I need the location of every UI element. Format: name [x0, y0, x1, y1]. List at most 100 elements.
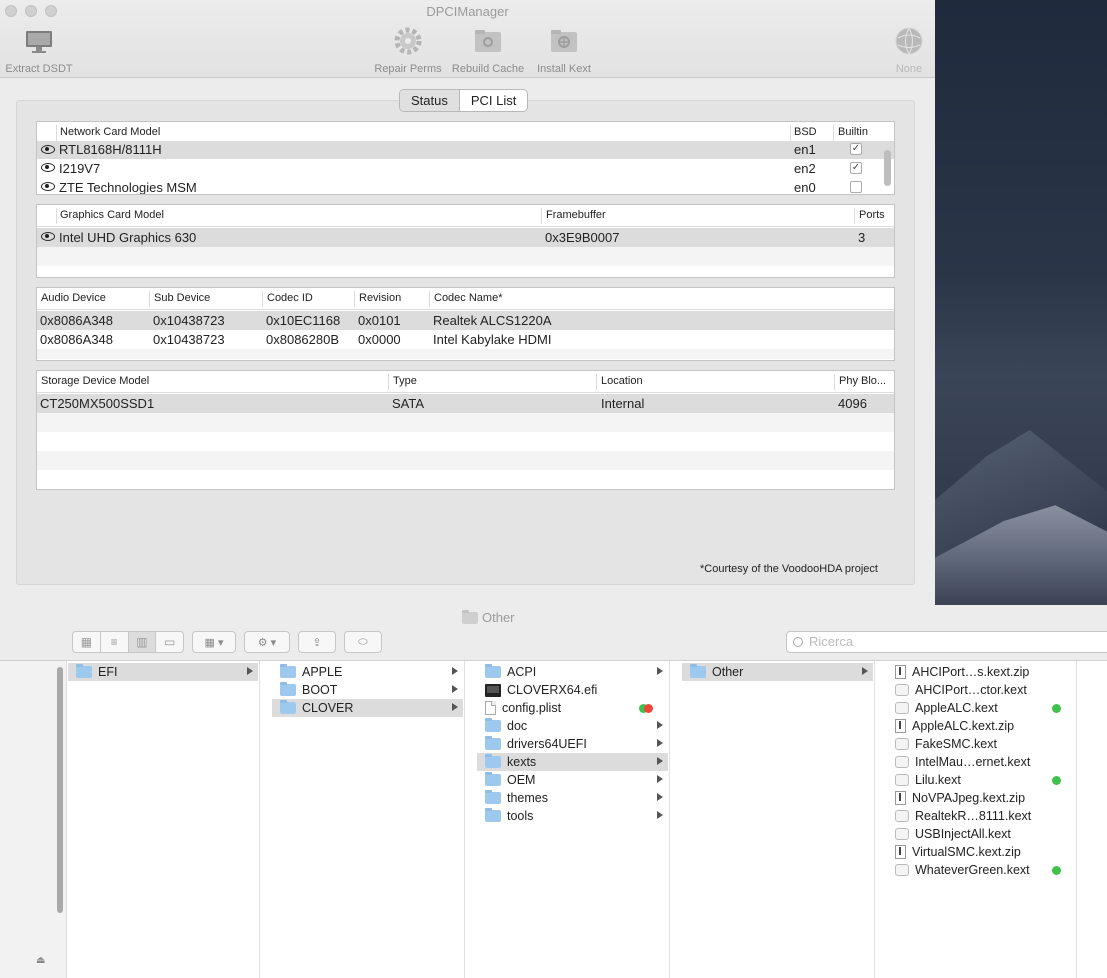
none-button[interactable]: None: [888, 26, 930, 75]
column-header-builtin[interactable]: Builtin: [838, 126, 868, 138]
file-item[interactable]: AppleALC.kext: [887, 699, 1075, 717]
file-item[interactable]: AHCIPort…s.kext.zip: [887, 663, 1075, 681]
file-item[interactable]: RealtekR…8111.kext: [887, 807, 1075, 825]
file-item[interactable]: AHCIPort…ctor.kext: [887, 681, 1075, 699]
kext-icon: [895, 738, 909, 750]
column-header-network-card-model[interactable]: Network Card Model: [60, 126, 160, 138]
eye-icon[interactable]: [41, 163, 55, 172]
column-header-framebuffer[interactable]: Framebuffer: [546, 209, 606, 221]
repair-perms-button[interactable]: Repair Perms: [370, 26, 446, 75]
column-header-graphics-card-model[interactable]: Graphics Card Model: [60, 209, 164, 221]
network-model: ZTE Technologies MSM: [59, 180, 197, 195]
desktop-wallpaper: [935, 0, 1107, 605]
graphics-ports: 3: [858, 230, 866, 245]
file-item[interactable]: VirtualSMC.kext.zip: [887, 843, 1075, 861]
column-header-codec-name[interactable]: Codec Name*: [434, 292, 502, 304]
folder-icon: [280, 700, 296, 714]
file-item[interactable]: kexts: [477, 753, 668, 771]
column-header-ports[interactable]: Ports: [859, 209, 885, 221]
file-item[interactable]: Lilu.kext: [887, 771, 1075, 789]
file-item[interactable]: EFI: [68, 663, 258, 681]
action-button[interactable]: ⚙ ▾: [244, 631, 290, 653]
file-name: AppleALC.kext.zip: [912, 719, 1015, 733]
folder-icon: [485, 772, 501, 786]
eye-icon[interactable]: [41, 145, 55, 154]
file-item[interactable]: CLOVER: [272, 699, 463, 717]
share-button[interactable]: ⇪: [298, 631, 336, 653]
file-item[interactable]: tools: [477, 807, 668, 825]
table-row[interactable]: ZTE Technologies MSM en0: [37, 178, 894, 195]
audio-codec-name: Intel Kabylake HDMI: [433, 332, 552, 347]
file-item[interactable]: OEM: [477, 771, 668, 789]
file-item[interactable]: ACPI: [477, 663, 668, 681]
column-header-audio-device[interactable]: Audio Device: [41, 292, 106, 304]
audio-device: 0x8086A348: [40, 332, 114, 347]
extract-dsdt-button[interactable]: Extract DSDT: [3, 26, 75, 75]
file-item[interactable]: NoVPAJpeg.kext.zip: [887, 789, 1075, 807]
builtin-checkbox[interactable]: ✓: [850, 143, 862, 155]
file-item[interactable]: APPLE: [272, 663, 463, 681]
chevron-right-icon: [452, 667, 458, 675]
green-tag-icon: [1052, 704, 1061, 713]
table-row[interactable]: 0x8086A348 0x10438723 0x8086280B 0x0000 …: [37, 330, 894, 349]
file-name: AHCIPort…s.kext.zip: [912, 665, 1030, 679]
network-model: I219V7: [59, 161, 101, 176]
tab-status[interactable]: Status: [400, 90, 460, 111]
group-by-button[interactable]: ▦ ▾: [192, 631, 236, 653]
table-row[interactable]: Intel UHD Graphics 630 0x3E9B0007 3: [37, 228, 894, 247]
search-field[interactable]: Ricerca: [786, 631, 1107, 653]
file-name: Other: [712, 665, 744, 679]
file-name: BOOT: [302, 683, 338, 697]
file-item[interactable]: drivers64UEFI: [477, 735, 668, 753]
file-item[interactable]: doc: [477, 717, 668, 735]
file-name: WhateverGreen.kext: [915, 863, 1030, 877]
column-header-type[interactable]: Type: [393, 375, 417, 387]
file-item[interactable]: AppleALC.kext.zip: [887, 717, 1075, 735]
file-item[interactable]: config.plist: [477, 699, 668, 717]
file-item[interactable]: WhateverGreen.kext: [887, 861, 1075, 879]
gear-icon: [394, 27, 422, 55]
eye-icon[interactable]: [41, 182, 55, 191]
globe-icon: [895, 27, 923, 55]
list-view-button[interactable]: ≡: [101, 632, 129, 652]
storage-type: SATA: [392, 396, 425, 411]
file-item[interactable]: Other: [682, 663, 873, 681]
column-header-codec-id[interactable]: Codec ID: [267, 292, 313, 304]
storage-table: Storage Device Model Type Location Phy B…: [36, 370, 895, 490]
table-row[interactable]: RTL8168H/8111H en1 ✓: [37, 141, 894, 159]
icon-view-button[interactable]: ▦: [73, 632, 101, 652]
share-icon: ⇪: [312, 636, 322, 649]
table-row[interactable]: 0x8086A348 0x10438723 0x10EC1168 0x0101 …: [37, 311, 894, 330]
window-title: DPCIManager: [426, 4, 509, 19]
table-row[interactable]: I219V7 en2 ✓: [37, 159, 894, 178]
file-name: AppleALC.kext: [915, 701, 998, 715]
eject-icon[interactable]: ⏏: [36, 955, 45, 966]
file-item[interactable]: CLOVERX64.efi: [477, 681, 668, 699]
column-header-bsd[interactable]: BSD: [794, 126, 817, 138]
builtin-checkbox[interactable]: [850, 181, 862, 193]
tab-pci-list[interactable]: PCI List: [460, 90, 528, 111]
green-tag-icon: [1052, 866, 1061, 875]
scrollbar[interactable]: [884, 150, 891, 186]
file-item[interactable]: FakeSMC.kext: [887, 735, 1075, 753]
sidebar-scrollbar[interactable]: [57, 667, 63, 913]
file-name: FakeSMC.kext: [915, 737, 997, 751]
column-header-phy-block[interactable]: Phy Blo...: [839, 375, 886, 387]
builtin-checkbox[interactable]: ✓: [850, 162, 862, 174]
file-item[interactable]: IntelMau…ernet.kext: [887, 753, 1075, 771]
install-kext-button[interactable]: Install Kext: [532, 26, 596, 75]
file-item[interactable]: BOOT: [272, 681, 463, 699]
column-header-revision[interactable]: Revision: [359, 292, 401, 304]
table-row[interactable]: CT250MX500SSD1 SATA Internal 4096: [37, 394, 894, 413]
column-header-sub-device[interactable]: Sub Device: [154, 292, 210, 304]
file-item[interactable]: themes: [477, 789, 668, 807]
gallery-view-button[interactable]: ▭: [156, 632, 183, 652]
eye-icon[interactable]: [41, 232, 55, 241]
rebuild-cache-button[interactable]: Rebuild Cache: [448, 26, 528, 75]
chevron-right-icon: [657, 757, 663, 765]
tags-button[interactable]: ⬭: [344, 631, 382, 653]
column-header-storage-device-model[interactable]: Storage Device Model: [41, 375, 149, 387]
column-view-button[interactable]: ▥: [128, 632, 157, 652]
column-header-location[interactable]: Location: [601, 375, 643, 387]
file-item[interactable]: USBInjectAll.kext: [887, 825, 1075, 843]
